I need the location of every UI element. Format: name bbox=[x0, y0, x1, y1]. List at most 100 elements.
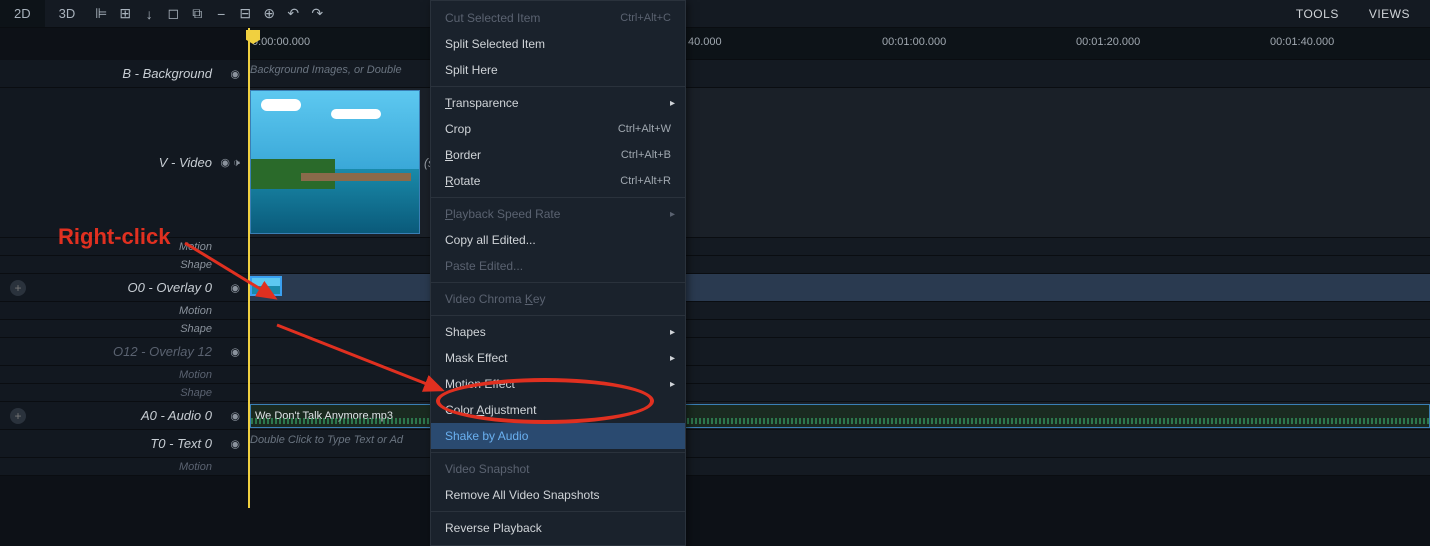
sub-content[interactable] bbox=[248, 320, 1430, 337]
plus-circle-icon[interactable]: ⊕ bbox=[257, 2, 281, 26]
menu-item-split-here[interactable]: Split Here bbox=[431, 57, 685, 83]
menu-item-playback-speed-rate: Playback Speed Rate▸ bbox=[431, 201, 685, 227]
track-text0-motion: Motion bbox=[0, 458, 1430, 476]
track-overlay0: + O0 - Overlay 0 ◉ bbox=[0, 274, 1430, 302]
sub-content[interactable] bbox=[248, 366, 1430, 383]
menu-item-mask-effect[interactable]: Mask Effect▸ bbox=[431, 345, 685, 371]
track-header-text0[interactable]: T0 - Text 0 ◉ bbox=[0, 430, 248, 457]
visibility-icon[interactable]: ◉ bbox=[230, 67, 240, 80]
timeline-ruler[interactable]: 0:00:00.000 40.000 00:01:00.000 00:01:20… bbox=[248, 28, 1430, 60]
toolbar-right-menu: TOOLS VIEWS bbox=[1296, 7, 1410, 21]
menu-item-label: Video Chroma Key bbox=[445, 292, 546, 306]
menu-item-border[interactable]: BorderCtrl+Alt+B bbox=[431, 142, 685, 168]
track-content-overlay0[interactable] bbox=[248, 274, 1430, 301]
menu-item-label: Crop bbox=[445, 122, 471, 136]
menu-item-label: Remove All Video Snapshots bbox=[445, 488, 600, 502]
menu-shortcut: Ctrl+Alt+C bbox=[620, 12, 671, 24]
ruler-mark: 00:01:20.000 bbox=[1076, 36, 1140, 48]
tab-2d[interactable]: 2D bbox=[0, 0, 45, 27]
track-header-video[interactable]: V - Video ◉ 🕩 bbox=[0, 88, 248, 237]
video-clip[interactable] bbox=[250, 90, 420, 234]
sub-label: Shape bbox=[180, 258, 212, 272]
redo-icon[interactable]: ↷ bbox=[305, 2, 329, 26]
track-label: B - Background bbox=[122, 66, 212, 81]
menu-item-remove-all-video-snapshots[interactable]: Remove All Video Snapshots bbox=[431, 482, 685, 508]
track-content-video[interactable]: (str bbox=[248, 88, 1430, 237]
overlay-clip[interactable] bbox=[250, 276, 282, 296]
ruler-mark: 0:00:00.000 bbox=[252, 36, 310, 48]
align-left-icon[interactable]: ⊫ bbox=[89, 2, 113, 26]
track-header-overlay0[interactable]: + O0 - Overlay 0 ◉ bbox=[0, 274, 248, 301]
menu-item-label: Paste Edited... bbox=[445, 259, 523, 273]
track-label: V - Video bbox=[159, 155, 212, 170]
add-track-button[interactable]: + bbox=[10, 408, 26, 424]
submenu-arrow-icon: ▸ bbox=[670, 327, 675, 338]
visibility-icon[interactable]: ◉ bbox=[230, 345, 240, 358]
visibility-icon[interactable]: ◉ bbox=[230, 437, 240, 450]
menu-item-label: Shake by Audio bbox=[445, 429, 528, 443]
ruler-mark: 00:01:40.000 bbox=[1270, 36, 1334, 48]
sub-label: Motion bbox=[179, 368, 212, 382]
track-overlay12-shape: Shape bbox=[0, 384, 1430, 402]
menu-item-transparence[interactable]: Transparence ▸ bbox=[431, 90, 685, 116]
add-track-button[interactable]: + bbox=[10, 280, 26, 296]
menu-item-label: Split Here bbox=[445, 63, 498, 77]
menu-shortcut: Ctrl+Alt+B bbox=[621, 149, 671, 161]
track-content-audio0[interactable]: We Don't Talk Anymore.mp3 bbox=[248, 402, 1430, 429]
track-audio0: + A0 - Audio 0 ◉ We Don't Talk Anymore.m… bbox=[0, 402, 1430, 430]
track-header-overlay12[interactable]: O12 - Overlay 12 ◉ bbox=[0, 338, 248, 365]
menu-views[interactable]: VIEWS bbox=[1369, 7, 1410, 21]
arrow-down-icon[interactable]: ↓ bbox=[137, 2, 161, 26]
track-text0: T0 - Text 0 ◉ Double Click to Type Text … bbox=[0, 430, 1430, 458]
menu-tools[interactable]: TOOLS bbox=[1296, 7, 1339, 21]
track-content-overlay12[interactable] bbox=[248, 338, 1430, 365]
track-header-audio0[interactable]: + A0 - Audio 0 ◉ bbox=[0, 402, 248, 429]
menu-item-label: Transparence bbox=[445, 96, 519, 110]
audio-clip[interactable]: We Don't Talk Anymore.mp3 bbox=[250, 404, 1430, 428]
placeholder-text: Double Click to Type Text or Ad bbox=[250, 434, 403, 446]
sub-label: Motion bbox=[179, 304, 212, 318]
menu-separator bbox=[431, 86, 685, 87]
menu-shortcut: Ctrl+Alt+R bbox=[620, 175, 671, 187]
menu-item-label: Shapes bbox=[445, 325, 486, 339]
menu-shortcut: Ctrl+Alt+W bbox=[618, 123, 671, 135]
menu-item-shake-by-audio[interactable]: Shake by Audio bbox=[431, 423, 685, 449]
menu-item-split-selected-item[interactable]: Split Selected Item bbox=[431, 31, 685, 57]
track-content-background[interactable]: Background Images, or Double bbox=[248, 60, 1430, 87]
menu-item-label: Cut Selected Item bbox=[445, 11, 540, 25]
track-background: B - Background ◉ Background Images, or D… bbox=[0, 60, 1430, 88]
track-content-text0[interactable]: Double Click to Type Text or Ad bbox=[248, 430, 1430, 457]
select-box-icon[interactable]: ◻ bbox=[161, 2, 185, 26]
menu-separator bbox=[431, 315, 685, 316]
sub-content[interactable] bbox=[248, 458, 1430, 475]
sub-content[interactable] bbox=[248, 238, 1430, 255]
sub-content[interactable] bbox=[248, 256, 1430, 273]
track-label: A0 - Audio 0 bbox=[141, 408, 212, 423]
line-icon[interactable]: ⊟ bbox=[233, 2, 257, 26]
sub-shape: Shape bbox=[0, 384, 248, 401]
sub-content[interactable] bbox=[248, 302, 1430, 319]
menu-item-rotate[interactable]: RotateCtrl+Alt+R bbox=[431, 168, 685, 194]
playhead[interactable] bbox=[248, 28, 252, 508]
grid-icon[interactable]: ⊞ bbox=[113, 2, 137, 26]
menu-item-shapes[interactable]: Shapes ▸ bbox=[431, 319, 685, 345]
minus-icon[interactable]: − bbox=[209, 2, 233, 26]
menu-item-reverse-playback[interactable]: Reverse Playback bbox=[431, 515, 685, 541]
menu-item-copy-all-edited-[interactable]: Copy all Edited... bbox=[431, 227, 685, 253]
menu-item-label: Split Selected Item bbox=[445, 37, 545, 51]
crop-icon[interactable]: ⧉ bbox=[185, 2, 209, 26]
menu-item-crop[interactable]: Crop Ctrl+Alt+W bbox=[431, 116, 685, 142]
submenu-arrow-icon: ▸ bbox=[670, 209, 675, 220]
track-header-background[interactable]: B - Background ◉ bbox=[0, 60, 248, 87]
menu-item-label: Copy all Edited... bbox=[445, 233, 536, 247]
track-overlay12: O12 - Overlay 12 ◉ bbox=[0, 338, 1430, 366]
sub-content[interactable] bbox=[248, 384, 1430, 401]
submenu-arrow-icon: ▸ bbox=[670, 98, 675, 109]
track-icons[interactable]: ◉ 🕩 bbox=[220, 156, 240, 170]
visibility-icon[interactable]: ◉ bbox=[230, 409, 240, 422]
menu-item-video-chroma-key: Video Chroma Key bbox=[431, 286, 685, 312]
visibility-icon[interactable]: ◉ bbox=[230, 281, 240, 294]
menu-item-video-snapshot: Video Snapshot bbox=[431, 456, 685, 482]
tab-3d[interactable]: 3D bbox=[45, 0, 90, 27]
undo-icon[interactable]: ↶ bbox=[281, 2, 305, 26]
